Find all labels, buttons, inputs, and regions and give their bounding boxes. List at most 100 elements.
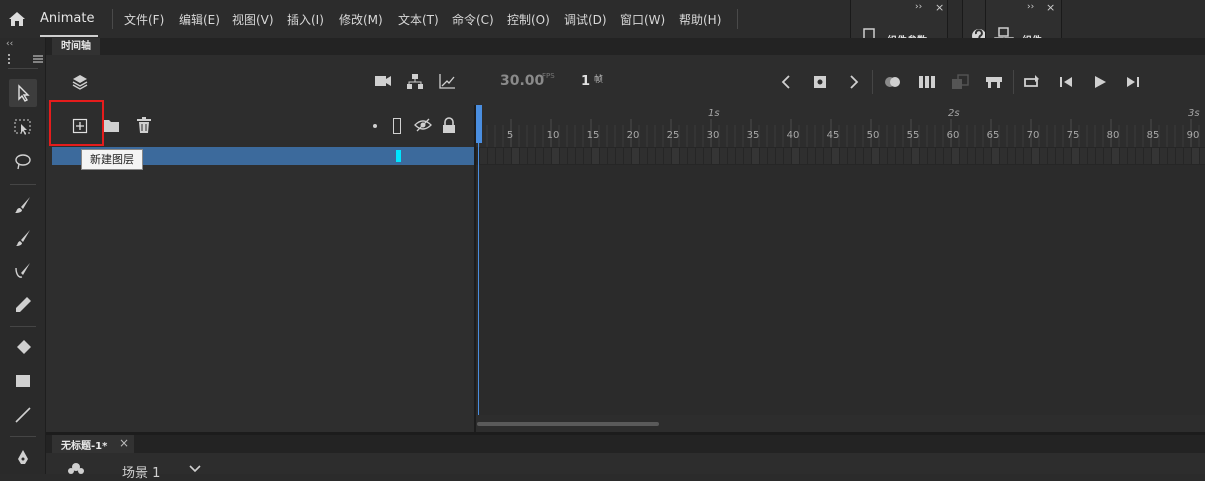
edit-multiple-frames-icon[interactable] [918,74,936,90]
frame-area[interactable] [476,165,1205,415]
frame-cell[interactable] [952,148,959,164]
document-tab-label[interactable]: 无标题-1* [61,437,107,452]
frame-cell[interactable] [888,148,895,164]
frame-cell[interactable] [976,148,983,164]
frame-cell[interactable] [872,148,879,164]
frame-cell[interactable] [784,148,791,164]
prev-keyframe-icon[interactable] [779,74,793,90]
rectangle-tool-icon[interactable] [9,367,37,395]
scene-name[interactable]: 场景 1 [122,462,160,481]
menu-window[interactable]: 窗口(W) [620,11,665,28]
frame-cell[interactable] [1048,148,1055,164]
frame-cell[interactable] [776,148,783,164]
frame-cell[interactable] [480,148,487,164]
lock-icon[interactable] [441,117,457,134]
frame-cell[interactable] [624,148,631,164]
frame-cell[interactable] [1200,148,1205,164]
pen-tool-icon[interactable] [9,444,37,472]
menu-control[interactable]: 控制(O) [507,11,550,28]
fps-value[interactable]: 30.00 [500,73,544,89]
frame-cell[interactable] [896,148,903,164]
grip-icon[interactable] [8,54,13,64]
menu-insert[interactable]: 插入(I) [287,11,324,28]
menu-text[interactable]: 文本(T) [398,11,439,28]
frame-cell[interactable] [1112,148,1119,164]
layer-color-swatch[interactable] [396,150,401,162]
frame-cell[interactable] [1056,148,1063,164]
frame-cell[interactable] [696,148,703,164]
frame-cell[interactable] [728,148,735,164]
frame-cell[interactable] [720,148,727,164]
frame-cell[interactable] [704,148,711,164]
frame-cell[interactable] [608,148,615,164]
frame-cell[interactable] [768,148,775,164]
next-keyframe-icon[interactable] [847,74,861,90]
frame-cell[interactable] [840,148,847,164]
menu-debug[interactable]: 调试(D) [564,11,607,28]
frame-cell[interactable] [856,148,863,164]
scene-icon[interactable] [67,462,85,474]
menu-help[interactable]: 帮助(H) [679,11,721,28]
frame-cell[interactable] [1064,148,1071,164]
frame-cell[interactable] [1000,148,1007,164]
panel-expand-icon[interactable]: ›› [915,2,922,12]
step-back-icon[interactable] [1058,74,1074,90]
frame-cell[interactable] [800,148,807,164]
tab-timeline[interactable]: 时间轴 [52,38,100,55]
frame-cell[interactable] [576,148,583,164]
frame-cell[interactable] [824,148,831,164]
free-transform-tool-icon[interactable] [9,113,37,141]
scrollbar-thumb[interactable] [477,422,659,426]
graph-icon[interactable] [438,73,456,90]
frame-cell[interactable] [1072,148,1079,164]
frame-cell[interactable] [528,148,535,164]
frame-cell[interactable] [592,148,599,164]
frame-cell[interactable] [1032,148,1039,164]
play-icon[interactable] [1092,74,1108,90]
frame-cell[interactable] [816,148,823,164]
frame-cell[interactable] [880,148,887,164]
frame-cell[interactable] [536,148,543,164]
insert-keyframe-icon[interactable] [812,74,828,90]
frame-cell[interactable] [792,148,799,164]
frame-cell[interactable] [848,148,855,164]
layer-parenting-icon[interactable] [406,73,424,90]
frame-cell[interactable] [648,148,655,164]
frame-cell[interactable] [600,148,607,164]
frame-cell[interactable] [1096,148,1103,164]
chevron-down-icon[interactable] [189,465,201,474]
frame-cell[interactable] [568,148,575,164]
frame-cell[interactable] [640,148,647,164]
frame-cell[interactable] [920,148,927,164]
frame-cell[interactable] [1192,148,1199,164]
visibility-icon[interactable] [414,118,432,132]
frame-cell[interactable] [928,148,935,164]
frame-cell[interactable] [544,148,551,164]
frame-cell[interactable] [992,148,999,164]
frame-cell[interactable] [960,148,967,164]
panel-close-icon[interactable]: × [935,1,944,14]
frame-cell[interactable] [1088,148,1095,164]
layers-icon[interactable] [71,73,89,91]
current-frame-value[interactable]: 1 [581,74,590,89]
frame-cell[interactable] [1080,148,1087,164]
menu-modify[interactable]: 修改(M) [339,11,383,28]
menu-edit[interactable]: 编辑(E) [179,11,220,28]
close-icon[interactable]: × [119,436,129,450]
line-tool-icon[interactable] [9,401,37,429]
frame-cell[interactable] [760,148,767,164]
frame-cell[interactable] [808,148,815,164]
selection-tool-icon[interactable] [9,79,37,107]
frame-cell[interactable] [632,148,639,164]
convert-frames-icon[interactable] [985,74,1003,90]
frame-cell[interactable] [752,148,759,164]
frame-cell[interactable] [520,148,527,164]
frame-cell[interactable] [1176,148,1183,164]
frame-cell[interactable] [584,148,591,164]
frame-cell[interactable] [552,148,559,164]
outline-toggle-icon[interactable] [393,118,401,134]
paint-brush-tool-icon[interactable] [9,191,37,219]
menu-commands[interactable]: 命令(C) [452,11,494,28]
loop-icon[interactable] [1022,74,1042,90]
frame-cell[interactable] [656,148,663,164]
